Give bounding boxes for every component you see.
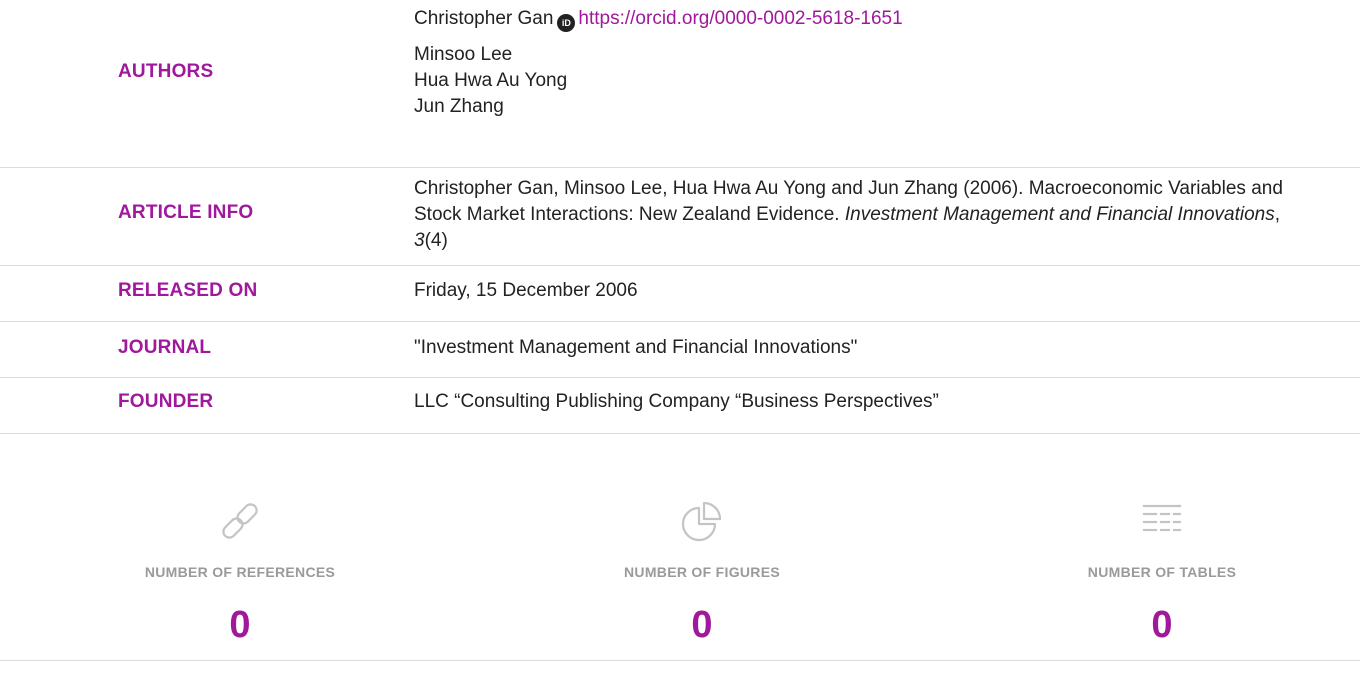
figures-label: NUMBER OF FIGURES [624,564,780,580]
orcid-link[interactable]: https://orcid.org/0000-0002-5618-1651 [578,8,902,29]
author-name: Christopher Gan [414,8,554,29]
authors-list: Christopher Gan iD https://orcid.org/0000-… [414,6,1314,120]
author-item: Christopher Gan iD https://orcid.org/0000-… [414,6,1314,32]
table-icon [1142,504,1182,532]
released-on-row: RELEASED ON Friday, 15 December 2006 [0,266,1360,322]
founder-value: LLC “Consulting Publishing Company “Busi… [414,391,939,412]
citation-issue: (4) [424,230,448,251]
author-item: Hua Hwa Au Yong [414,70,568,91]
references-count: 0 [229,604,251,646]
author-item: Minsoo Lee [414,44,513,65]
orcid-icon[interactable]: iD [557,14,576,32]
journal-value: "Investment Management and Financial Inn… [414,337,858,358]
article-info-row: ARTICLE INFO Christopher Gan, Minsoo Lee… [0,168,1360,266]
journal-label: JOURNAL [118,337,212,358]
references-label: NUMBER OF REFERENCES [144,564,336,580]
founder-row: FOUNDER LLC “Consulting Publishing Compa… [0,378,1360,434]
citation-volume: 3 [414,230,425,251]
journal-row: JOURNAL "Investment Management and Finan… [0,322,1360,378]
figures-count: 0 [691,604,713,646]
link-icon [222,503,258,539]
released-on-value: Friday, 15 December 2006 [414,280,638,301]
authors-row: AUTHORS Christopher Gan iD https://orcid.o… [0,0,1360,168]
tables-count: 0 [1151,604,1173,646]
founder-label: FOUNDER [118,391,214,412]
citation-text: Christopher Gan, Minsoo Lee, Hua Hwa Au … [414,176,1314,254]
citation-separator: , [1274,204,1281,225]
citation-journal: Investment Management and Financial Inno… [844,204,1275,225]
pie-chart-icon [681,501,722,542]
article-stats: NUMBER OF REFERENCES 0 NUMBER OF FIGURES… [0,434,1360,661]
author-item: Jun Zhang [414,96,504,117]
released-on-label: RELEASED ON [118,280,258,301]
authors-label: AUTHORS [118,61,214,82]
tables-label: NUMBER OF TABLES [1087,564,1237,580]
article-info-label: ARTICLE INFO [118,202,254,223]
